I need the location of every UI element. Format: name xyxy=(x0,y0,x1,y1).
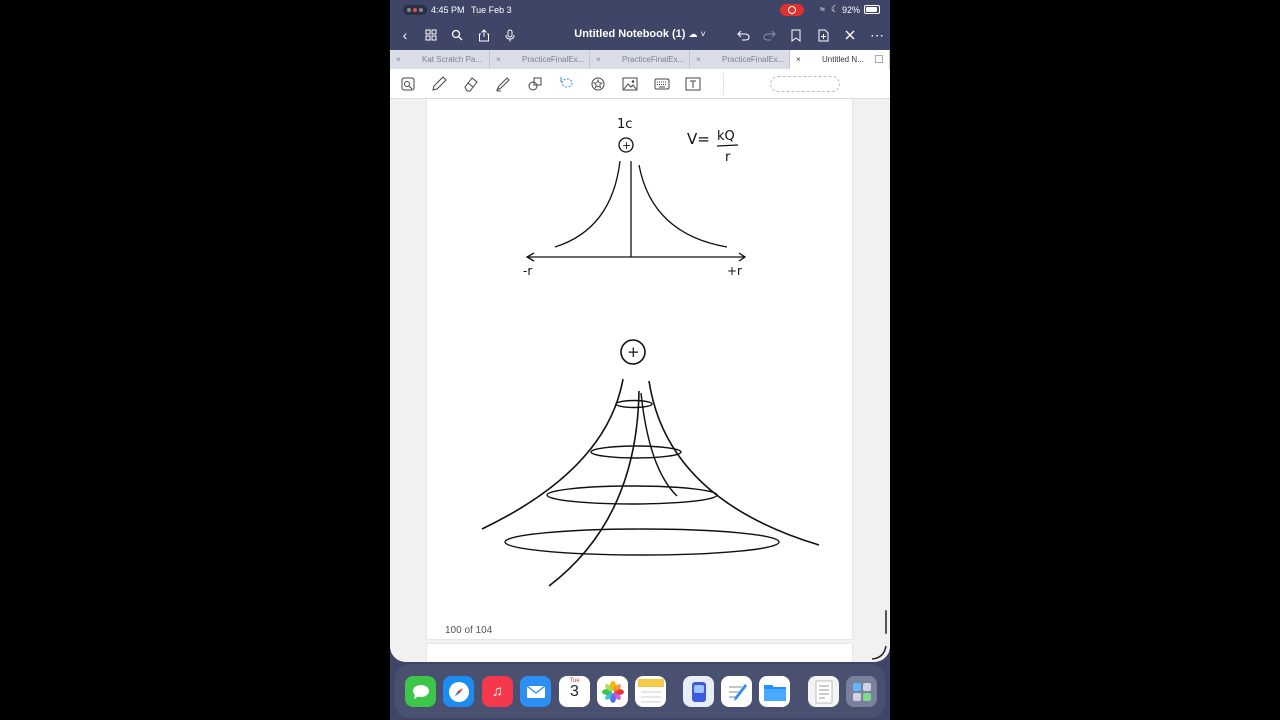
zoom-icon[interactable] xyxy=(400,76,416,92)
bookmark-icon[interactable] xyxy=(787,26,805,44)
notebook-title-text: Untitled Notebook (1) xyxy=(574,28,686,40)
formula-numerator: kQ xyxy=(717,129,735,144)
pen-icon[interactable] xyxy=(431,76,447,92)
axis-label-negative-r: -r xyxy=(523,264,532,278)
files-icon[interactable] xyxy=(759,676,790,707)
notes-icon[interactable] xyxy=(635,676,666,707)
text-icon[interactable] xyxy=(685,76,701,92)
title-dropdown-icon: ˅ xyxy=(700,29,706,39)
tab-label: PracticeFinalEx... xyxy=(522,55,585,64)
resize-corner-icon[interactable] xyxy=(870,644,888,660)
redo-icon[interactable] xyxy=(760,26,778,44)
surface-meridian-1 xyxy=(548,390,640,587)
equipotential-ring-2 xyxy=(590,445,682,459)
toolbar-options-pill[interactable] xyxy=(770,76,840,92)
notebook-canvas[interactable]: 1c + V= kQ r -r +r + 100 of 104 xyxy=(390,99,890,662)
image-icon[interactable] xyxy=(622,76,638,92)
goodnotes-icon[interactable] xyxy=(683,676,714,707)
app-library-icon[interactable] xyxy=(846,676,877,707)
more-options-icon[interactable]: ⋯ xyxy=(868,26,886,44)
equipotential-ring-1 xyxy=(615,399,653,409)
highlighter-icon[interactable] xyxy=(495,76,511,92)
dock: ♫ Tue 3 xyxy=(395,664,885,718)
tab-kat-scratch[interactable]: × Kat Scratch Pa... xyxy=(390,50,490,69)
music-icon[interactable]: ♫ xyxy=(482,676,513,707)
battery-percent: 92% xyxy=(842,5,861,15)
calendar-date: 3 xyxy=(570,683,579,700)
point-charge-sign-2: + xyxy=(627,343,640,361)
ipad-frame: 4:45 PM Tue Feb 3 ≈ ☾ 92% ‹ Untitled Not… xyxy=(390,0,890,720)
tab-bar: × Kat Scratch Pa... × PracticeFinalEx...… xyxy=(390,50,890,69)
surface-edge-left xyxy=(481,378,624,530)
tool-bar xyxy=(390,69,890,99)
tab-practice-final-3[interactable]: × PracticeFinalEx... xyxy=(690,50,790,69)
formula-denominator: r xyxy=(725,150,731,165)
screen-recording-icon[interactable] xyxy=(780,4,804,16)
keyboard-icon[interactable] xyxy=(654,76,670,92)
add-page-icon[interactable] xyxy=(814,26,832,44)
potential-curve-left xyxy=(554,160,621,248)
tab-practice-final-1[interactable]: × PracticeFinalEx... xyxy=(490,50,590,69)
vertical-scrollbar[interactable] xyxy=(885,610,887,634)
eraser-icon[interactable] xyxy=(463,76,479,92)
photos-icon[interactable] xyxy=(597,676,628,707)
tab-label: Untitled N... xyxy=(822,55,864,64)
tab-label: PracticeFinalEx... xyxy=(622,55,685,64)
close-tab-icon[interactable]: × xyxy=(496,55,501,64)
status-bar: 4:45 PM Tue Feb 3 ≈ ☾ 92% xyxy=(390,0,890,20)
tab-overview-icon[interactable] xyxy=(875,55,883,63)
close-tab-icon[interactable]: × xyxy=(596,55,601,64)
mail-icon[interactable] xyxy=(520,676,551,707)
formula-fraction-bar xyxy=(716,144,739,147)
point-charge-sign: + xyxy=(622,139,631,152)
sticker-icon[interactable] xyxy=(590,76,606,92)
safari-icon[interactable] xyxy=(443,676,474,707)
cloud-sync-icon: ☁ xyxy=(688,29,698,39)
focus-moon-icon: ☾ xyxy=(831,4,840,14)
calendar-icon[interactable]: Tue 3 xyxy=(559,676,590,707)
surface-edge-right xyxy=(648,380,820,546)
wifi-icon: ≈ xyxy=(820,4,825,14)
shapes-icon[interactable] xyxy=(527,76,543,92)
handwriting-layer: 1c + V= kQ r -r +r + xyxy=(481,117,820,587)
app-screen: 4:45 PM Tue Feb 3 ≈ ☾ 92% ‹ Untitled Not… xyxy=(390,0,890,662)
toolbar-divider xyxy=(723,73,724,95)
close-icon[interactable] xyxy=(841,26,859,44)
multitask-dots-icon[interactable] xyxy=(403,5,427,15)
tab-practice-final-2[interactable]: × PracticeFinalEx... xyxy=(590,50,690,69)
charge-label: 1c xyxy=(617,117,632,132)
tab-untitled-notebook[interactable]: × Untitled N... xyxy=(790,50,890,69)
status-time: 4:45 PM xyxy=(431,5,465,15)
axis-label-positive-r: +r xyxy=(727,264,742,278)
equipotential-ring-4 xyxy=(504,528,780,556)
pencil-app-icon[interactable] xyxy=(721,676,752,707)
tab-label: Kat Scratch Pa... xyxy=(422,55,483,64)
document-icon[interactable] xyxy=(808,676,839,707)
close-tab-icon[interactable]: × xyxy=(396,55,401,64)
equipotential-ring-3 xyxy=(546,485,718,505)
undo-icon[interactable] xyxy=(734,26,752,44)
battery-icon xyxy=(864,5,880,14)
formula-lhs: V= xyxy=(687,130,710,148)
close-tab-icon[interactable]: × xyxy=(796,55,801,64)
status-date: Tue Feb 3 xyxy=(471,5,512,15)
notebook-page[interactable]: 1c + V= kQ r -r +r + 100 of 104 xyxy=(427,99,852,639)
potential-curve-right xyxy=(638,164,728,248)
lasso-icon[interactable] xyxy=(558,76,574,92)
next-notebook-page[interactable] xyxy=(427,644,852,662)
page-counter: 100 of 104 xyxy=(445,625,493,636)
tab-label: PracticeFinalEx... xyxy=(722,55,785,64)
close-tab-icon[interactable]: × xyxy=(696,55,701,64)
nav-bar: ‹ Untitled Notebook (1) ☁ ˅ ⋯ xyxy=(390,20,890,50)
messages-icon[interactable] xyxy=(405,676,436,707)
